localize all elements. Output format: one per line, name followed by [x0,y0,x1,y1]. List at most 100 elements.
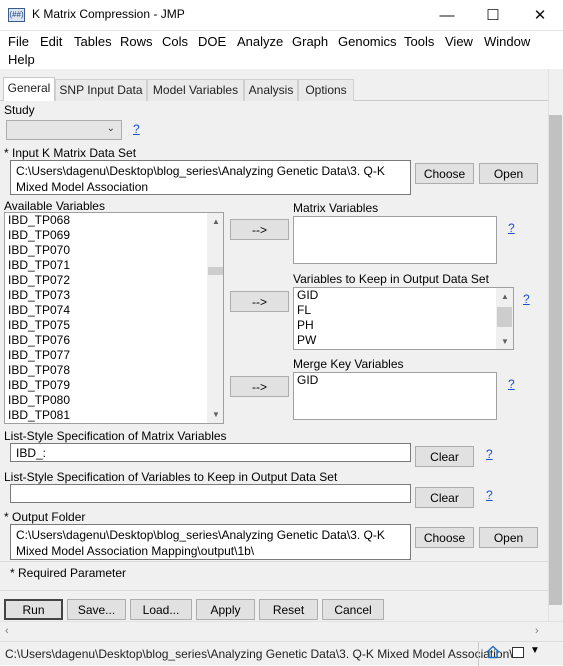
output-folder-label: * Output Folder [4,510,86,524]
list-item[interactable]: IBD_TP070 [5,243,223,258]
add-keep-variables-button[interactable]: --> [230,291,289,312]
run-button[interactable]: Run [4,599,63,620]
output-folder-open-button[interactable]: Open [479,527,538,548]
reset-button[interactable]: Reset [259,599,318,620]
output-folder-path-line1: C:\Users\dagenu\Desktop\blog_series\Anal… [16,528,385,542]
menu-cols[interactable]: Cols [162,34,188,49]
list-item[interactable]: IBD_TP073 [5,288,223,303]
input-kmatrix-open-button[interactable]: Open [479,163,538,184]
menu-bar: File Edit Tables Rows Cols DOE Analyze G… [0,31,563,69]
study-select[interactable]: ⌄ [6,120,122,140]
study-help-link[interactable]: ? [133,122,140,136]
home-icon[interactable] [486,645,500,659]
horizontal-scrollbar[interactable]: ‹ › [0,621,563,641]
load-button[interactable]: Load... [130,599,192,620]
output-folder-path-line2: Mixed Model Association Mapping\output\1… [16,544,255,558]
menu-help[interactable]: Help [8,52,35,67]
list-keep-field[interactable] [10,484,411,503]
menu-graph[interactable]: Graph [292,34,328,49]
scroll-right-icon[interactable]: › [535,625,539,637]
list-item[interactable]: IBD_TP072 [5,273,223,288]
menu-rows[interactable]: Rows [120,34,153,49]
close-button[interactable]: ✕ [517,0,563,31]
output-folder-choose-button[interactable]: Choose [415,527,474,548]
scroll-down-icon[interactable]: ▼ [212,410,220,419]
list-matrix-field[interactable]: IBD_: [10,443,411,462]
vertical-scroll-thumb[interactable] [549,115,562,605]
list-item[interactable]: GID [294,373,496,388]
input-kmatrix-path-line2: Mixed Model Association [16,180,149,194]
list-item[interactable]: GID [294,288,513,303]
status-bar: C:\Users\dagenu\Desktop\blog_series\Anal… [0,641,563,666]
list-item[interactable]: IBD_TP081 [5,408,223,423]
menu-file[interactable]: File [8,34,29,49]
list-item[interactable]: FL [294,303,513,318]
list-keep-help-link[interactable]: ? [486,488,493,502]
list-item[interactable]: IBD_TP075 [5,318,223,333]
keep-variables-help-link[interactable]: ? [523,292,530,306]
list-matrix-clear-button[interactable]: Clear [415,446,474,467]
tab-model-variables[interactable]: Model Variables [147,79,244,101]
save-button[interactable]: Save... [67,599,126,620]
menu-edit[interactable]: Edit [40,34,62,49]
divider [0,561,548,562]
list-item[interactable]: IBD_TP080 [5,393,223,408]
divider [478,642,479,666]
input-kmatrix-label: * Input K Matrix Data Set [4,146,137,160]
menu-tools[interactable]: Tools [404,34,434,49]
list-item[interactable]: IBD_TP074 [5,303,223,318]
list-item[interactable]: IBD_TP077 [5,348,223,363]
scroll-down-icon[interactable]: ▼ [501,337,509,346]
list-keep-label: List-Style Specification of Variables to… [4,470,338,484]
tab-snp-input-data[interactable]: SNP Input Data [55,79,147,101]
list-item[interactable]: PW [294,333,513,348]
menu-window[interactable]: Window [484,34,530,49]
input-kmatrix-path-field[interactable]: C:\Users\dagenu\Desktop\blog_series\Anal… [10,160,411,195]
available-list-scroll-thumb[interactable] [208,267,223,275]
available-list-scrollbar[interactable] [207,213,223,423]
menu-analyze[interactable]: Analyze [237,34,283,49]
list-keep-clear-button[interactable]: Clear [415,487,474,508]
merge-key-variables-list[interactable]: GID [293,372,497,420]
list-item[interactable]: IBD_TP071 [5,258,223,273]
tab-options[interactable]: Options [298,79,354,101]
merge-key-variables-help-link[interactable]: ? [508,377,515,391]
matrix-variables-help-link[interactable]: ? [508,221,515,235]
keep-variables-label: Variables to Keep in Output Data Set [293,272,489,286]
list-item[interactable]: PH [294,318,513,333]
menu-genomics[interactable]: Genomics [338,34,397,49]
list-item[interactable]: IBD_TP076 [5,333,223,348]
list-item[interactable]: IBD_TP078 [5,363,223,378]
list-matrix-label: List-Style Specification of Matrix Varia… [4,429,227,443]
input-kmatrix-choose-button[interactable]: Choose [415,163,474,184]
minimize-button[interactable]: — [424,0,470,31]
matrix-variables-list[interactable] [293,216,497,264]
add-matrix-variables-button[interactable]: --> [230,219,289,240]
tab-analysis[interactable]: Analysis [244,79,298,101]
scroll-up-icon[interactable]: ▲ [212,217,220,226]
cancel-button[interactable]: Cancel [322,599,384,620]
keep-list-scroll-thumb[interactable] [497,307,512,327]
menu-doe[interactable]: DOE [198,34,226,49]
menu-tables[interactable]: Tables [74,34,112,49]
menu-view[interactable]: View [445,34,473,49]
list-matrix-help-link[interactable]: ? [486,447,493,461]
keep-variables-list[interactable]: GID FL PH PW ▲ ▼ [293,287,514,350]
chevron-down-icon: ⌄ [106,123,115,134]
tab-general[interactable]: General [3,77,55,101]
list-item[interactable]: IBD_TP079 [5,378,223,393]
status-path-text: C:\Users\dagenu\Desktop\blog_series\Anal… [5,647,523,661]
maximize-button[interactable]: ☐ [470,0,516,31]
output-folder-path-field[interactable]: C:\Users\dagenu\Desktop\blog_series\Anal… [10,524,411,560]
available-variables-list[interactable]: IBD_TP068 IBD_TP069 IBD_TP070 IBD_TP071 … [4,212,224,424]
input-kmatrix-path-line1: C:\Users\dagenu\Desktop\blog_series\Anal… [16,164,385,178]
apply-button[interactable]: Apply [196,599,255,620]
list-item[interactable]: IBD_TP069 [5,228,223,243]
dropdown-arrow-icon[interactable]: ▼ [530,645,540,656]
add-merge-key-variables-button[interactable]: --> [230,376,289,397]
list-item[interactable]: IBD_TP068 [5,213,223,228]
scroll-left-icon[interactable]: ‹ [5,625,9,637]
scroll-up-icon[interactable]: ▲ [501,292,509,301]
study-label: Study [4,103,35,117]
window-list-icon[interactable] [512,647,524,658]
